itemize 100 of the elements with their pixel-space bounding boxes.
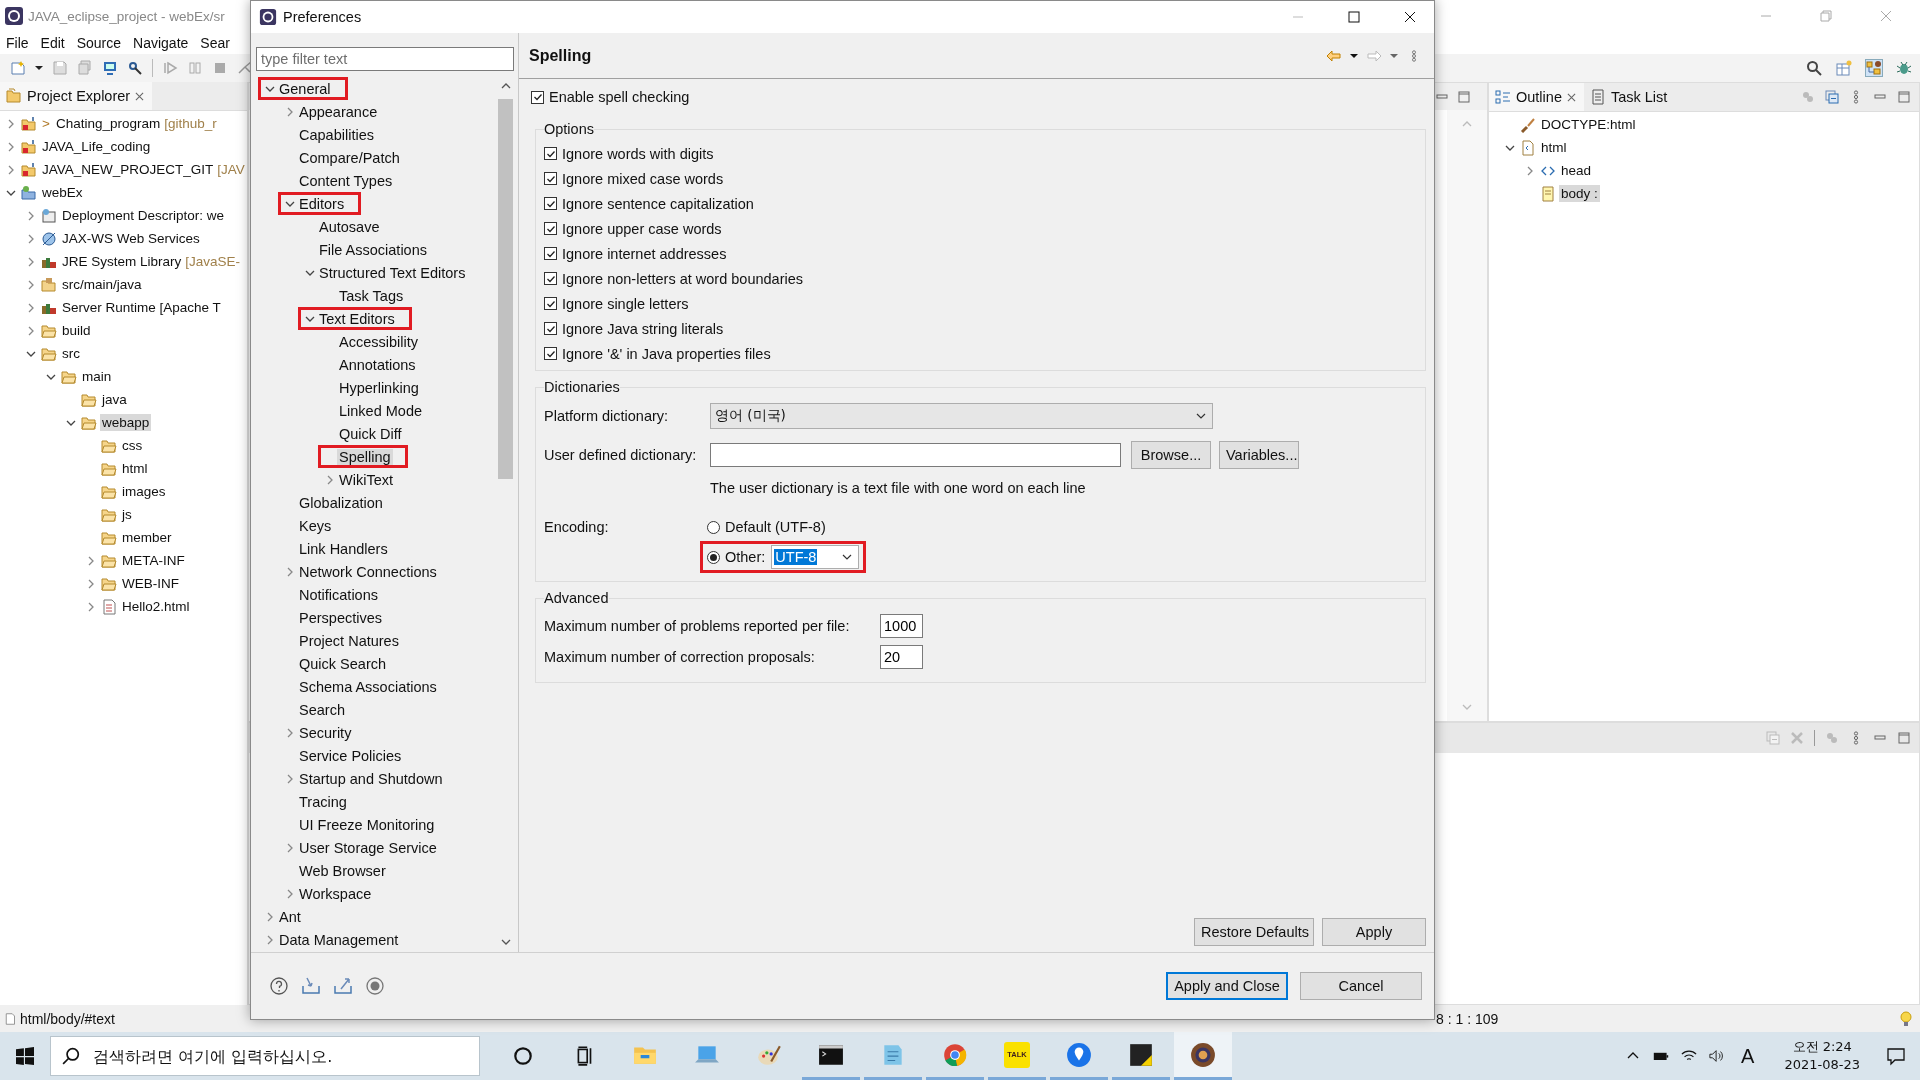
chevron-right-icon[interactable]	[285, 727, 295, 738]
restore-defaults-button[interactable]: Restore Defaults	[1194, 918, 1314, 946]
tree-item[interactable]: Compare/Patch	[278, 146, 417, 169]
tree-item[interactable]: Text Editors	[298, 307, 412, 330]
checkbox[interactable]: Ignore internet addresses	[544, 241, 727, 266]
perspective-icon[interactable]	[1866, 60, 1882, 76]
tree-item[interactable]: JRE System Library [JavaSE-	[60, 253, 243, 270]
new-file-icon[interactable]	[10, 60, 26, 76]
chevron-right-icon[interactable]	[285, 773, 295, 784]
bug-icon[interactable]	[1896, 60, 1912, 76]
tree-item[interactable]: > Chating_program [github_r	[40, 115, 219, 132]
caret-icon[interactable]	[1350, 51, 1358, 60]
tree-item[interactable]: Linked Mode	[318, 399, 440, 422]
chevron-right-icon[interactable]	[26, 325, 36, 336]
apply-button[interactable]: Apply	[1322, 918, 1426, 946]
open-perspective-icon[interactable]	[1836, 60, 1852, 76]
monitor-icon[interactable]	[102, 60, 118, 76]
cancel-button[interactable]: Cancel	[1300, 972, 1422, 1000]
resume-icon[interactable]	[162, 60, 178, 76]
scroll-down-icon[interactable]	[500, 937, 511, 947]
checkbox[interactable]: Ignore '&' in Java properties files	[544, 341, 771, 366]
menu-item[interactable]: Navigate	[133, 35, 189, 51]
windows-logo-icon[interactable]	[16, 1047, 34, 1065]
tree-item[interactable]: UI Freeze Monitoring	[278, 813, 452, 836]
chevron-right-icon[interactable]	[6, 141, 16, 152]
tree-item[interactable]: JAX-WS Web Services	[60, 230, 202, 247]
tree-item[interactable]: Notifications	[278, 583, 395, 606]
view-tab[interactable]: Project Explorer	[0, 82, 153, 110]
tree-item[interactable]: html	[120, 460, 150, 477]
view-tab[interactable]: Outline	[1489, 83, 1584, 111]
tree-item[interactable]: Hello2.html	[120, 598, 192, 615]
tree-item[interactable]: Content Types	[278, 169, 410, 192]
checkbox[interactable]: Ignore upper case words	[544, 216, 722, 241]
close-icon[interactable]	[1404, 11, 1416, 23]
tree-item[interactable]: Link Handlers	[278, 537, 405, 560]
tree-item[interactable]: WikiText	[318, 468, 410, 491]
clock[interactable]: 오전 2:24 2021-08-23	[1784, 1038, 1860, 1074]
tree-item[interactable]: File Associations	[298, 238, 444, 261]
tree-item[interactable]: Service Policies	[278, 744, 419, 767]
lightbulb-icon[interactable]	[1900, 1010, 1912, 1027]
filter-field[interactable]: type filter text	[256, 47, 514, 71]
tree-item[interactable]: Ant	[258, 905, 318, 928]
tree-item[interactable]: html	[1539, 139, 1569, 156]
tree-item[interactable]: webapp	[100, 414, 152, 431]
tree-item[interactable]: build	[60, 322, 93, 339]
tree-item[interactable]: Search	[278, 698, 362, 721]
chevron-right-icon[interactable]	[26, 256, 36, 267]
tree-item[interactable]: Appearance	[278, 100, 395, 123]
checkbox[interactable]: Ignore words with digits	[544, 141, 714, 166]
tree-item[interactable]: Quick Diff	[318, 422, 419, 445]
dictionary-dropdown[interactable]: 영어 (미국)	[710, 403, 1213, 429]
export-icon[interactable]	[333, 976, 353, 996]
tree-item[interactable]: head	[1559, 162, 1594, 179]
tree-item[interactable]: Perspectives	[278, 606, 399, 629]
forward-arrow-icon[interactable]	[1366, 49, 1382, 62]
tree-item[interactable]: Security	[278, 721, 369, 744]
chevron-right-icon[interactable]	[325, 474, 335, 485]
checkbox[interactable]: Enable spell checking	[531, 87, 690, 107]
import-icon[interactable]	[301, 976, 321, 996]
tree-item[interactable]: Workspace	[278, 882, 389, 905]
tree-item[interactable]: Network Connections	[278, 560, 454, 583]
tree-item[interactable]: JAVA_NEW_PROJECT_GIT [JAV	[40, 161, 247, 178]
tree-item[interactable]: User Storage Service	[278, 836, 454, 859]
chevron-right-icon[interactable]	[285, 842, 295, 853]
tree-item[interactable]: Hyperlinking	[318, 376, 436, 399]
tree-item[interactable]: Structured Text Editors	[298, 261, 483, 284]
save-all-icon[interactable]	[77, 60, 93, 76]
chevron-right-icon[interactable]	[265, 934, 275, 945]
tree-item[interactable]: WEB-INF	[120, 575, 181, 592]
chevron-right-icon[interactable]	[6, 164, 16, 175]
tree-item[interactable]: src/main/java	[60, 276, 144, 293]
chevron-right-icon[interactable]	[26, 233, 36, 244]
chevron-right-icon[interactable]	[26, 279, 36, 290]
chevron-right-icon[interactable]	[285, 566, 295, 577]
chevron-right-icon[interactable]	[86, 555, 96, 566]
tree-item[interactable]: Keys	[278, 514, 349, 537]
browse-button[interactable]: Browse...	[1131, 441, 1211, 469]
tree-item[interactable]: General	[258, 77, 348, 100]
input-method[interactable]: A	[1741, 1044, 1755, 1068]
checkbox[interactable]: Ignore non-letters at word boundaries	[544, 266, 803, 291]
tree-item[interactable]: Quick Search	[278, 652, 404, 675]
back-arrow-icon[interactable]	[1326, 49, 1342, 62]
tree-item[interactable]: js	[120, 506, 134, 523]
tree-item[interactable]: Annotations	[318, 353, 433, 376]
tree-item[interactable]: Deployment Descriptor: we	[60, 207, 227, 224]
tree-item[interactable]: Accessibility	[318, 330, 435, 353]
caret-icon[interactable]	[35, 64, 43, 72]
restore-icon[interactable]	[1820, 10, 1832, 22]
maximize-icon[interactable]	[1348, 11, 1360, 23]
chevron-right-icon[interactable]	[285, 106, 295, 117]
tree-item[interactable]: Data Management	[258, 928, 416, 951]
tree-item[interactable]: DOCTYPE:html	[1539, 116, 1638, 133]
encoding-dropdown[interactable]: UTF-8	[771, 545, 860, 569]
search-icon[interactable]	[1806, 60, 1822, 76]
tree-item[interactable]: Globalization	[278, 491, 400, 514]
scroll-up-icon[interactable]	[500, 81, 511, 91]
wifi-icon[interactable]	[1681, 1049, 1698, 1063]
tree-item[interactable]: src	[60, 345, 82, 362]
chevron-right-icon[interactable]	[26, 210, 36, 221]
tree-item[interactable]: Startup and Shutdown	[278, 767, 460, 790]
